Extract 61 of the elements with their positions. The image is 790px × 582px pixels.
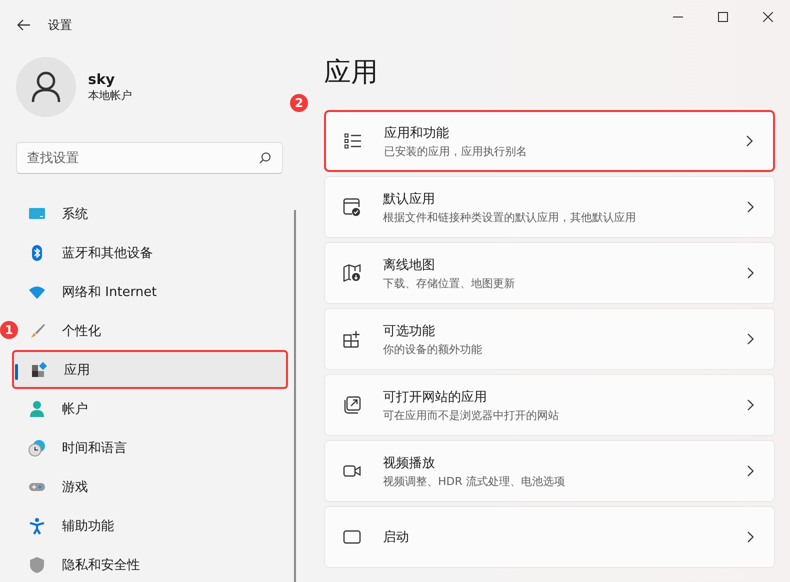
close-icon xyxy=(762,12,772,22)
sidebar-item[interactable]: 网络和 Internet xyxy=(12,272,288,311)
startup-icon xyxy=(343,528,361,546)
maximize-icon xyxy=(718,12,728,22)
settings-card[interactable]: 可打开网站的应用 可在应用而不是浏览器中打开的网站 xyxy=(324,374,775,436)
card-title: 启动 xyxy=(383,529,410,546)
sidebar-item[interactable]: 帐户 xyxy=(12,389,288,428)
card-subtitle: 下载、存储位置、地图更新 xyxy=(383,276,516,290)
window-check-icon xyxy=(343,198,361,216)
sidebar-item[interactable]: 辅助功能 xyxy=(12,506,288,545)
page-heading: 应用 xyxy=(324,56,379,90)
card-subtitle: 视频调整、HDR 流式处理、电池选项 xyxy=(383,474,566,488)
sidebar-item[interactable]: 蓝牙和其他设备 xyxy=(12,233,288,272)
card-title: 可打开网站的应用 xyxy=(383,388,488,406)
chevron-icon xyxy=(747,465,754,477)
settings-card[interactable]: 启动 xyxy=(324,506,775,568)
search-icon xyxy=(259,152,271,164)
open-external-icon xyxy=(343,396,361,414)
settings-card[interactable]: 应用和功能 已安装的应用，应用执行别名 xyxy=(324,110,775,172)
card-title: 视频播放 xyxy=(383,454,436,472)
window-title: 设置 xyxy=(48,16,72,34)
chevron-icon xyxy=(747,531,754,543)
user-name: sky xyxy=(88,72,116,88)
map-download-icon xyxy=(343,264,361,282)
chevron-icon xyxy=(747,201,754,213)
list-icon xyxy=(344,132,362,150)
card-subtitle: 根据文件和链接种类设置的默认应用，其他默认应用 xyxy=(383,210,637,224)
step-marker: 1 xyxy=(0,321,18,339)
back-arrow-icon xyxy=(17,19,31,31)
settings-card[interactable]: 离线地图 下载、存储位置、地图更新 xyxy=(324,242,775,304)
step-marker: 2 xyxy=(290,94,308,112)
apps-icon xyxy=(30,360,48,378)
card-subtitle: 你的设备的额外功能 xyxy=(383,342,483,356)
card-title: 应用和功能 xyxy=(384,124,450,142)
chevron-icon xyxy=(747,333,754,345)
card-title: 默认应用 xyxy=(383,190,436,208)
sidebar-item[interactable]: 个性化 xyxy=(20,311,288,350)
settings-card[interactable]: 可选功能 你的设备的额外功能 xyxy=(324,308,775,370)
chevron-icon xyxy=(746,135,753,147)
sidebar-item[interactable]: 游戏 xyxy=(12,467,288,506)
globe-clock-icon xyxy=(28,438,46,456)
chevron-icon xyxy=(747,267,754,279)
sidebar-item[interactable]: 隐私和安全性 xyxy=(12,545,288,582)
sidebar-item[interactable]: 系统 xyxy=(12,194,288,233)
account-type: 本地帐户 xyxy=(88,88,132,102)
sidebar-item[interactable]: 时间和语言 xyxy=(12,428,288,467)
person-icon xyxy=(28,400,46,418)
card-title: 离线地图 xyxy=(383,256,436,274)
settings-card[interactable]: 默认应用 根据文件和链接种类设置的默认应用，其他默认应用 xyxy=(324,176,775,238)
card-subtitle: 已安装的应用，应用执行别名 xyxy=(384,144,528,158)
grid-plus-icon xyxy=(343,330,361,348)
card-title: 可选功能 xyxy=(383,322,436,340)
search-field[interactable]: 查找设置 xyxy=(16,142,283,174)
selection-indicator xyxy=(15,364,18,380)
chevron-icon xyxy=(747,399,754,411)
accessibility-icon xyxy=(28,516,46,534)
brush-icon xyxy=(28,322,46,340)
settings-card[interactable]: 视频播放 视频调整、HDR 流式处理、电池选项 xyxy=(324,440,775,502)
shield-icon xyxy=(28,556,46,574)
card-subtitle: 可在应用而不是浏览器中打开的网站 xyxy=(383,408,560,422)
sidebar-item[interactable]: 应用 xyxy=(12,350,288,389)
